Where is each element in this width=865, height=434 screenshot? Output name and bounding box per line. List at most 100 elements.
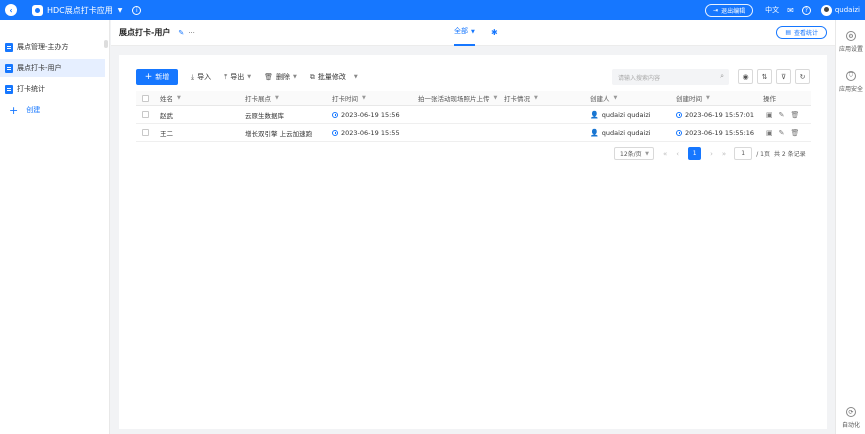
create-button[interactable]: + 创建 — [0, 101, 109, 119]
table-row[interactable]: 赵武 云原生数据库 2023-06-19 15:56 👤 qudaizi quda… — [136, 106, 811, 124]
import-button[interactable]: ⤓ 导入 — [191, 72, 211, 82]
view-stats-button[interactable]: ▤ 查看统计 — [776, 26, 827, 39]
sidebar: 展点管理-主办方 展点打卡-用户 打卡统计 + 创建 — [0, 20, 110, 434]
created-time-value: 2023-06-19 15:55:16 — [685, 128, 755, 137]
view-stats-label: 查看统计 — [793, 30, 818, 37]
content-card: + 新增 ⤓ 导入 ⤒ 导出 ▼ 🗑 删除 ▼ ⧉ 批量修改 ▼ 请输入搜索内容… — [119, 55, 827, 429]
tab-all[interactable]: 全部 ▼ — [454, 26, 475, 46]
column-header-name[interactable]: 姓名 ▼ — [160, 91, 181, 105]
search-input[interactable]: 请输入搜索内容 ⌕ — [612, 69, 729, 85]
app-title[interactable]: HDC展点打卡应用 — [47, 5, 113, 16]
table-row[interactable]: 王二 增长双引擎 上云加速跑 2023-06-19 15:55 👤 qudaizi… — [136, 124, 811, 142]
top-bar: ‹ HDC展点打卡应用 ▼ i ⇥ 退出编辑 中文 ✉ ? qudaizi — [0, 0, 865, 20]
gear-icon: ⚙ — [846, 31, 856, 41]
row-checkbox[interactable] — [142, 129, 149, 136]
cell-name: 赵武 — [160, 111, 173, 120]
trash-icon[interactable]: 🗑 — [791, 111, 800, 119]
info-icon[interactable]: i — [132, 5, 142, 15]
page-jump-input[interactable]: 1 — [734, 147, 753, 160]
batch-edit-button[interactable]: ⧉ 批量修改 ▼ — [310, 72, 358, 82]
username[interactable]: qudaizi — [835, 6, 860, 14]
row-checkbox[interactable] — [142, 111, 149, 118]
cell-spot: 云原生数据库 — [245, 111, 284, 120]
hide-fields-icon[interactable]: ◉ — [738, 69, 753, 84]
exit-edit-label: 退出编辑 — [721, 7, 746, 15]
last-page-icon[interactable]: » — [722, 150, 726, 158]
chevron-down-icon: ▼ — [177, 95, 181, 101]
column-header-creator[interactable]: 创建人 ▼ — [590, 91, 617, 105]
view-settings-icon[interactable]: ✱ — [491, 28, 498, 37]
next-page-icon[interactable]: › — [710, 150, 713, 158]
clock-icon — [676, 111, 682, 118]
chevron-down-icon: ▼ — [247, 74, 252, 80]
column-label: 打卡展点 — [245, 95, 271, 103]
export-button[interactable]: ⤒ 导出 ▼ — [224, 72, 251, 82]
new-label: 新增 — [155, 73, 170, 81]
form-icon — [5, 63, 13, 73]
mail-icon[interactable]: ✉ — [787, 6, 794, 15]
column-label: 拍一张活动现场照片上传 — [418, 95, 490, 103]
sidebar-item-exhibit-checkin[interactable]: 展点打卡-用户 — [0, 59, 105, 77]
page-count-text: / 1页 — [756, 151, 770, 158]
first-page-icon[interactable]: « — [663, 150, 667, 158]
cell-created-time: 2023-06-19 15:57:01 — [676, 106, 754, 123]
column-header-created-time[interactable]: 创建时间 ▼ — [676, 91, 710, 105]
page-size-select[interactable]: 12条/页 ▼ — [614, 147, 654, 160]
sidebar-item-label: 展点打卡-用户 — [17, 64, 62, 72]
language-switch[interactable]: 中文 — [765, 5, 779, 15]
edit-icon[interactable]: ✎ — [779, 129, 785, 137]
column-header-photo[interactable]: 拍一张活动现场照片上传 ▼ — [418, 91, 497, 105]
page-size-value: 12条/页 — [620, 151, 642, 158]
refresh-icon[interactable]: ↻ — [795, 69, 810, 84]
cell-actions: ▣ ✎ 🗑 — [766, 106, 805, 123]
sidebar-item-exhibit-management[interactable]: 展点管理-主办方 — [0, 38, 105, 56]
delete-button[interactable]: 🗑 删除 ▼ — [264, 72, 297, 82]
exit-edit-button[interactable]: ⇥ 退出编辑 — [705, 3, 754, 17]
clock-icon — [676, 129, 682, 136]
column-header-actions: 操作 — [763, 91, 776, 105]
trash-icon[interactable]: 🗑 — [791, 129, 800, 137]
edit-icon[interactable]: ✎ — [178, 29, 184, 37]
column-header-checkin-time[interactable]: 打卡时间 ▼ — [332, 91, 366, 105]
select-all-checkbox[interactable] — [142, 94, 149, 102]
page-title: 展点打卡-用户 — [119, 28, 171, 37]
form-icon — [5, 42, 13, 52]
sidebar-collapse-handle[interactable] — [104, 40, 108, 48]
filter-icon[interactable]: ⊽ — [776, 69, 791, 84]
app-security-button[interactable]: ⛉ 应用安全 — [836, 71, 865, 93]
more-icon[interactable]: ··· — [188, 29, 195, 37]
tab-all-label: 全部 — [454, 27, 468, 35]
automation-button[interactable]: ⟳ 自动化 — [836, 407, 865, 429]
prev-page-icon[interactable]: ‹ — [676, 150, 679, 158]
chevron-down-icon: ▼ — [493, 95, 498, 101]
app-icon — [32, 4, 43, 16]
shield-icon: ⛉ — [846, 71, 856, 81]
back-icon[interactable]: ‹ — [5, 4, 17, 16]
view-detail-icon[interactable]: ▣ — [766, 111, 773, 119]
app-switch-chevron-down-icon[interactable]: ▼ — [118, 7, 123, 14]
help-icon[interactable]: ? — [801, 5, 811, 15]
cell-creator: 👤 qudaizi qudaizi — [590, 124, 651, 141]
avatar[interactable] — [820, 4, 832, 16]
checkin-time-value: 2023-06-19 15:55 — [341, 128, 400, 137]
chevron-down-icon: ▼ — [613, 95, 618, 101]
toolbar: + 新增 ⤓ 导入 ⤒ 导出 ▼ 🗑 删除 ▼ ⧉ 批量修改 ▼ 请输入搜索内容… — [136, 69, 811, 85]
cell-created-time: 2023-06-19 15:55:16 — [676, 124, 754, 141]
new-button[interactable]: + 新增 — [136, 69, 178, 85]
exit-icon: ⇥ — [713, 6, 719, 14]
view-detail-icon[interactable]: ▣ — [766, 129, 773, 137]
edit-icon[interactable]: ✎ — [779, 111, 785, 119]
column-label: 创建时间 — [676, 95, 702, 103]
column-header-status[interactable]: 打卡情况 ▼ — [504, 91, 538, 105]
user-icon: 👤 — [590, 128, 599, 137]
pagination: 12条/页 ▼ « ‹ 1 › » 1 / 1页 共 2 条记录 — [614, 147, 806, 160]
sort-icon[interactable]: ⇅ — [757, 69, 772, 84]
sidebar-item-checkin-stats[interactable]: 打卡统计 — [0, 80, 105, 98]
cell-spot: 增长双引擎 上云加速跑 — [245, 129, 313, 138]
search-icon[interactable]: ⌕ — [720, 72, 724, 81]
app-settings-button[interactable]: ⚙ 应用设置 — [836, 31, 865, 53]
plus-icon: + — [9, 103, 19, 117]
column-header-spot[interactable]: 打卡展点 ▼ — [245, 91, 279, 105]
current-page-button[interactable]: 1 — [688, 147, 702, 160]
table-header: 姓名 ▼ 打卡展点 ▼ 打卡时间 ▼ 拍一张活动现场照片上传 ▼ 打卡情况 ▼ 创建人 ▼ … — [136, 91, 811, 106]
